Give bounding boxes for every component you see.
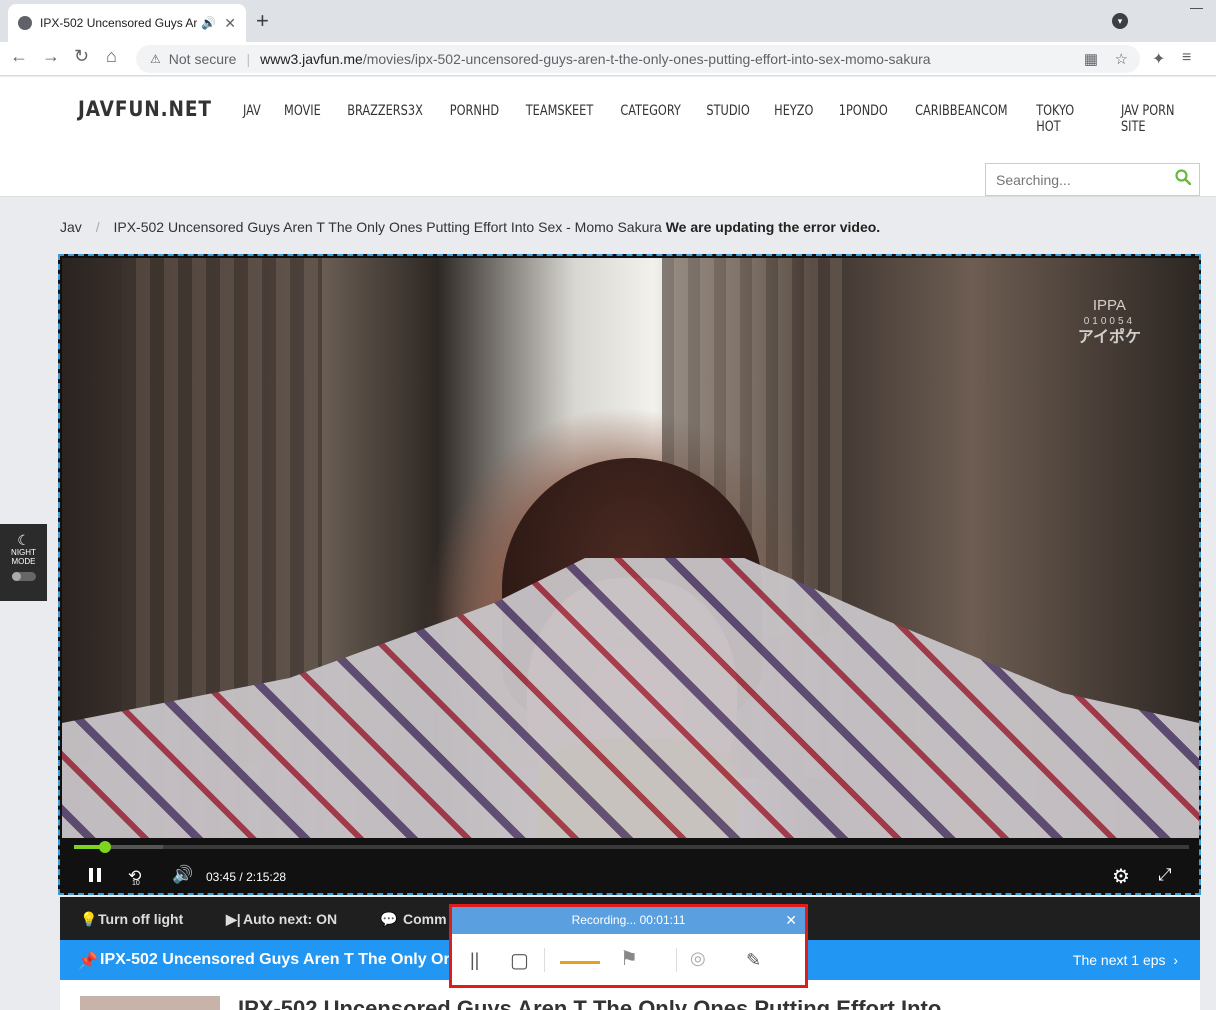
recorder-stop-icon[interactable]: ▢ (510, 948, 529, 973)
recorder-divider-2 (676, 948, 677, 972)
pencil-icon[interactable]: ✎ (746, 950, 761, 971)
annotation-flag-icon[interactable]: ⚑ (620, 946, 638, 971)
progress-bar[interactable] (74, 841, 1189, 853)
extensions-icon[interactable]: ✦ (1152, 49, 1165, 69)
nav-item-jav-porn-site[interactable]: JAV PORN SITE (1121, 103, 1192, 135)
browser-toolbar: ← → ↻ ⌂ ⚠ Not secure | www3.javfun.me /m… (0, 42, 1216, 76)
watermark-line-3: アイポケ (1077, 329, 1141, 346)
duration: 2:15:28 (246, 870, 287, 884)
back-icon[interactable]: ← (10, 46, 28, 67)
night-mode-widget[interactable]: ☾ NIGHT MODE (0, 524, 47, 601)
nav-item-1pondo[interactable]: 1PONDO (838, 103, 887, 135)
rewind-seconds: 10 (132, 880, 140, 887)
webcam-icon[interactable]: ◎ (690, 948, 706, 969)
audio-icon[interactable]: 🔊 (201, 16, 216, 30)
breadcrumb-root[interactable]: Jav (60, 219, 82, 235)
search-box (985, 163, 1200, 196)
globe-icon (18, 16, 32, 30)
night-mode-label-2: MODE (11, 557, 36, 566)
main-nav: JAV MOVIE BRAZZERS3X PORNHD TEAMSKEET CA… (242, 103, 1216, 135)
nav-item-jav[interactable]: JAV (243, 103, 261, 135)
recorder-divider (544, 948, 545, 972)
settings-gear-icon[interactable]: ⚙ (1112, 864, 1130, 889)
breadcrumb-current: IPX-502 Uncensored Guys Aren T The Only … (113, 219, 662, 235)
recorder-close-icon[interactable]: ✕ (785, 907, 797, 934)
turn-off-light-button[interactable]: Turn off light (98, 911, 183, 927)
current-time: 03:45 (206, 870, 237, 884)
site-header: JAVFUN.NET JAV MOVIE BRAZZERS3X PORNHD T… (0, 77, 1216, 197)
address-bar[interactable]: ⚠ Not secure | www3.javfun.me /movies/ip… (136, 45, 1140, 73)
recorder-toolbar: || ▢ ▬▬▬▬ ⚑ ◎ ✎ (452, 934, 805, 985)
address-divider: | (246, 51, 251, 67)
url-host: www3.javfun.me (260, 51, 363, 67)
qr-code-icon[interactable]: ▦ (1084, 50, 1098, 68)
player-controls: ⟲ 10 🔊 03:45 / 2:15:28 ⚙ ⤢ (62, 838, 1199, 893)
search-input[interactable] (986, 164, 1156, 195)
moon-icon: ☾ (17, 532, 30, 548)
nav-item-caribbeancom[interactable]: CARIBBEANCOM (915, 103, 1007, 135)
recording-status: Recording... 00:01:11 (571, 913, 686, 927)
window-minimize-icon[interactable]: — (1190, 0, 1203, 15)
video-watermark: IPPA 010054 アイポケ (1078, 298, 1141, 346)
error-notice: We are updating the error video. (665, 219, 881, 235)
comments-button[interactable]: Comm (403, 911, 447, 927)
bookmark-star-icon[interactable]: ☆ (1115, 50, 1128, 68)
close-tab-icon[interactable]: ✕ (224, 15, 236, 32)
nav-item-tokyo-hot[interactable]: TOKYO HOT (1036, 103, 1093, 135)
episode-title: IPX-502 Uncensored Guys Aren T The Only … (100, 951, 450, 968)
video-player: IPPA 010054 アイポケ ⟲ 10 🔊 03:45 / 2:15:28 … (58, 254, 1201, 895)
time-display: 03:45 / 2:15:28 (206, 870, 286, 884)
comments-icon: 💬 (380, 911, 398, 927)
reload-icon[interactable]: ↻ (74, 46, 89, 67)
tab-search-icon[interactable]: ▾ (1112, 13, 1128, 29)
nav-item-category[interactable]: CATEGORY (620, 103, 680, 135)
nav-item-heyzo[interactable]: HEYZO (774, 103, 813, 135)
new-tab-button[interactable]: + (256, 8, 269, 34)
movie-thumbnail[interactable] (80, 996, 220, 1010)
breadcrumb-separator: / (95, 219, 100, 235)
fullscreen-icon[interactable]: ⤢ (1158, 865, 1172, 885)
nav-item-brazzers3x[interactable]: BRAZZERS3X (347, 103, 423, 135)
nav-item-teamskeet[interactable]: TEAMSKEET (525, 103, 593, 135)
screen-recorder-widget: Recording... 00:01:11 ✕ || ▢ ▬▬▬▬ ⚑ ◎ ✎ (449, 904, 808, 988)
volume-icon[interactable]: 🔊 (172, 865, 193, 885)
progress-handle[interactable] (99, 841, 112, 853)
audio-level-icon[interactable]: ▬▬▬▬ (560, 956, 600, 967)
not-secure-label[interactable]: Not secure (169, 51, 237, 67)
lightbulb-icon: 💡 (80, 911, 98, 927)
next-episode-link[interactable]: The next 1 eps › (1073, 952, 1178, 968)
recorder-pause-icon[interactable]: || (470, 950, 479, 971)
night-mode-toggle[interactable] (11, 572, 36, 581)
nav-item-studio[interactable]: STUDIO (706, 103, 749, 135)
watermark-line-2: 010054 (1083, 316, 1136, 327)
next-episode-label: The next 1 eps (1072, 952, 1166, 968)
movie-title-heading: IPX-502 Uncensored Guys Aren T The Only … (238, 996, 942, 1010)
browser-tab[interactable]: IPX-502 Uncensored Guys Aren T The Only … (8, 4, 246, 42)
tab-title: IPX-502 Uncensored Guys Aren T The Only … (40, 16, 198, 30)
video-frame[interactable]: IPPA 010054 アイポケ (62, 258, 1199, 838)
warning-icon[interactable]: ⚠ (150, 52, 161, 66)
pin-icon: 📌 (78, 953, 98, 970)
forward-icon[interactable]: → (42, 46, 60, 67)
nav-item-pornhd[interactable]: PORNHD (449, 103, 498, 135)
browser-tabbar: IPX-502 Uncensored Guys Aren T The Only … (0, 0, 1216, 42)
reading-list-icon[interactable]: ≡ (1182, 49, 1191, 67)
auto-next-icon: ▶| (226, 911, 241, 927)
time-separator: / (239, 870, 243, 884)
home-icon[interactable]: ⌂ (106, 46, 117, 67)
auto-next-toggle[interactable]: Auto next: ON (243, 911, 337, 927)
url-path: /movies/ipx-502-uncensored-guys-aren-t-t… (362, 51, 931, 67)
nav-item-movie[interactable]: MOVIE (284, 103, 321, 135)
pause-icon[interactable] (88, 867, 102, 883)
watermark-line-1: IPPA (1092, 297, 1126, 314)
night-mode-label-1: NIGHT (11, 548, 36, 557)
breadcrumb: Jav / IPX-502 Uncensored Guys Aren T The… (60, 219, 880, 235)
recorder-header: Recording... 00:01:11 ✕ (452, 907, 805, 934)
search-icon[interactable] (1175, 169, 1191, 185)
site-logo[interactable]: JAVFUN.NET (78, 97, 212, 121)
